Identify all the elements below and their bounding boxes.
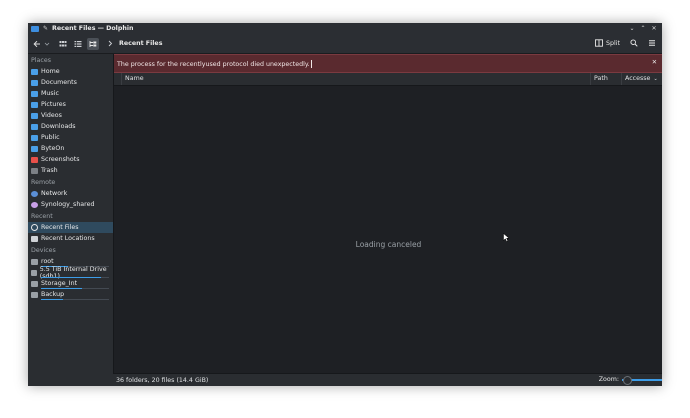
close-message-icon[interactable]: ✕ <box>652 59 657 66</box>
dolphin-window: ✎ Recent Files — Dolphin ⌄ ⌃ ✕ Recent Fi… <box>28 23 662 386</box>
column-header: Name Path Accesse ⌄ <box>114 73 662 86</box>
back-arrow-icon <box>33 40 40 47</box>
drive-icon <box>31 269 37 276</box>
sidebar-item-device-storage-int[interactable]: Storage_Int <box>28 278 113 289</box>
error-message-bar: The process for the recentlyused protoco… <box>114 54 662 73</box>
dolphin-app-icon[interactable] <box>31 25 39 32</box>
sidebar-item-documents[interactable]: Documents <box>28 77 113 88</box>
remote-section-title: Remote <box>31 179 56 186</box>
loading-canceled-text: Loading canceled <box>355 240 422 249</box>
icons-view-button[interactable] <box>57 38 69 50</box>
recent-locations-icon <box>31 235 38 242</box>
devices-section-title: Devices <box>31 247 56 254</box>
sidebar-item-screenshots[interactable]: Screenshots <box>28 154 113 165</box>
zoom-label: Zoom: <box>598 376 619 383</box>
trash-icon <box>31 167 38 174</box>
forward-button[interactable] <box>43 38 51 50</box>
home-folder-icon <box>31 68 38 75</box>
documents-folder-icon <box>31 79 38 86</box>
title-bar[interactable]: ✎ Recent Files — Dolphin ⌄ ⌃ ✕ <box>28 23 662 34</box>
sidebar-item-videos[interactable]: Videos <box>28 110 113 121</box>
split-button[interactable]: Split <box>595 39 620 47</box>
sidebar-item-downloads[interactable]: Downloads <box>28 121 113 132</box>
disk-usage-bar <box>41 299 109 300</box>
column-name[interactable]: Name <box>121 73 590 85</box>
clock-icon <box>31 224 38 231</box>
sidebar-item-recent-files[interactable]: Recent Files <box>28 222 113 233</box>
back-button[interactable] <box>31 38 43 50</box>
compact-view-icon <box>74 40 82 47</box>
breadcrumb[interactable]: Recent Files <box>107 40 162 47</box>
details-view-button[interactable] <box>87 37 99 50</box>
sidebar-item-trash[interactable]: Trash <box>28 165 113 176</box>
close-window-icon[interactable]: ✕ <box>650 24 658 33</box>
sidebar-item-recent-locations[interactable]: Recent Locations <box>28 233 113 244</box>
drive-icon <box>31 258 38 265</box>
status-summary: 36 folders, 20 files (14.4 GiB) <box>116 377 209 384</box>
sidebar-item-home[interactable]: Home <box>28 66 113 77</box>
places-section-title: Places <box>31 57 52 64</box>
icons-view-icon <box>59 40 67 46</box>
sort-chevron-icon: ⌄ <box>653 76 658 82</box>
error-message-text: The process for the recentlyused protoco… <box>117 59 312 68</box>
sidebar-item-device-backup[interactable]: Backup <box>28 289 113 300</box>
synology-icon <box>31 201 38 208</box>
file-view[interactable]: The process for the recentlyused protoco… <box>113 54 662 386</box>
menu-button[interactable] <box>646 37 658 49</box>
sidebar-item-byteon[interactable]: ByteOn <box>28 143 113 154</box>
sidebar-item-synology-shared[interactable]: Synology_shared <box>28 199 113 210</box>
search-icon <box>630 39 638 47</box>
sidebar-item-device-sdb1[interactable]: 5.5 TiB Internal Drive (sdb1) <box>28 266 113 280</box>
window-title: Recent Files — Dolphin <box>52 25 134 32</box>
breadcrumb-recent-files[interactable]: Recent Files <box>119 40 162 47</box>
videos-folder-icon <box>31 112 38 119</box>
zoom-slider-handle[interactable] <box>623 375 632 385</box>
column-path[interactable]: Path <box>590 73 621 85</box>
folder-icon <box>31 145 38 152</box>
sidebar-item-pictures[interactable]: Pictures <box>28 99 113 110</box>
downloads-folder-icon <box>31 123 38 130</box>
pin-icon[interactable]: ✎ <box>42 25 49 33</box>
sidebar-item-music[interactable]: Music <box>28 88 113 99</box>
split-icon <box>595 39 603 47</box>
public-folder-icon <box>31 134 38 141</box>
zoom-slider[interactable] <box>622 375 662 385</box>
main-toolbar: Recent Files Split <box>28 34 662 54</box>
details-view-icon <box>89 40 97 47</box>
screenshots-folder-icon <box>31 156 38 163</box>
sidebar-item-public[interactable]: Public <box>28 132 113 143</box>
chevron-down-icon <box>44 42 50 46</box>
status-bar: 36 folders, 20 files (14.4 GiB) Zoom: <box>113 373 662 386</box>
pictures-folder-icon <box>31 101 38 108</box>
minimize-icon[interactable]: ⌄ <box>628 24 636 33</box>
zoom-control: Zoom: <box>598 375 662 385</box>
split-label: Split <box>606 39 620 47</box>
recent-section-title: Recent <box>31 213 53 220</box>
search-button[interactable] <box>628 37 640 49</box>
compact-view-button[interactable] <box>72 38 84 50</box>
places-panel: Places Home Documents Music Pictures Vid… <box>28 54 113 386</box>
drive-icon <box>31 280 38 287</box>
network-icon <box>31 190 38 197</box>
chevron-right-icon <box>108 40 113 47</box>
sidebar-item-network[interactable]: Network <box>28 188 113 199</box>
mouse-cursor-icon <box>503 233 510 242</box>
music-folder-icon <box>31 90 38 97</box>
column-accessed[interactable]: Accesse ⌄ <box>621 73 662 85</box>
drive-icon <box>31 291 38 298</box>
maximize-icon[interactable]: ⌃ <box>639 24 647 33</box>
hamburger-menu-icon <box>649 40 655 46</box>
